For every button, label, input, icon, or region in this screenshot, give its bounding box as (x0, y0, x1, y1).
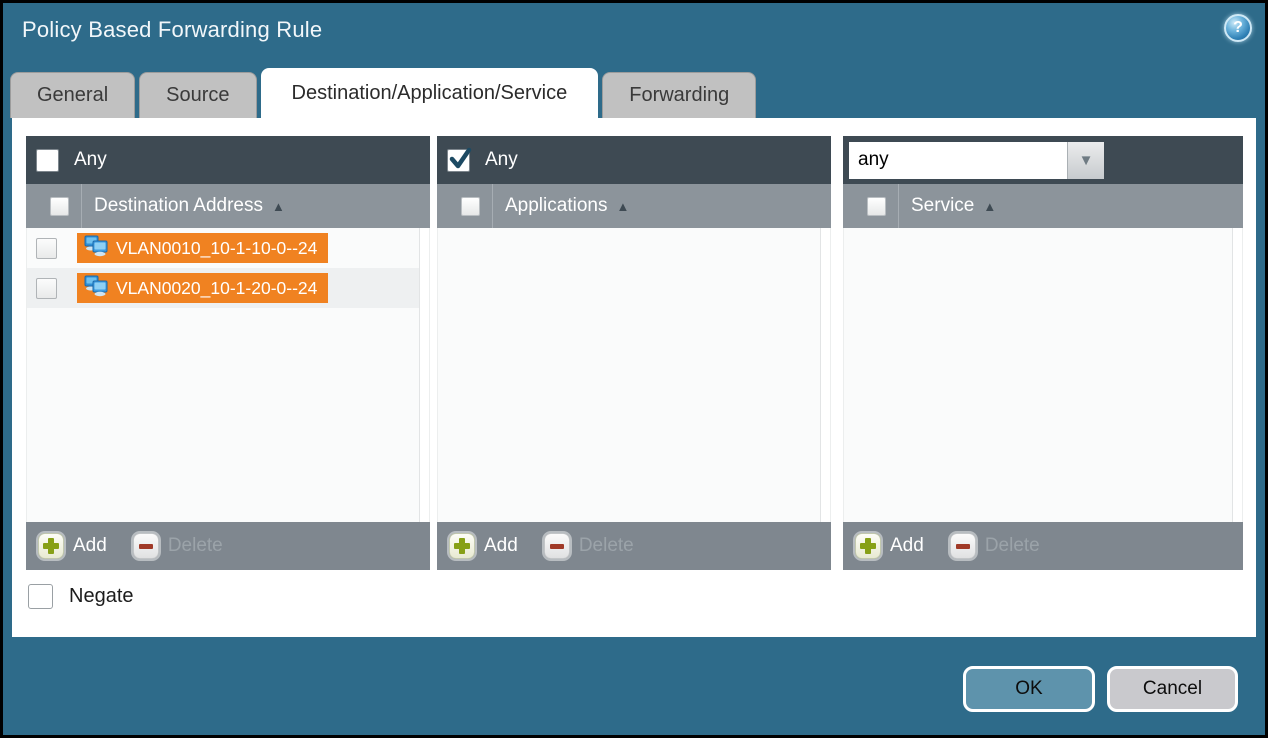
add-plus-icon (855, 533, 881, 559)
scrollbar[interactable] (1232, 228, 1242, 522)
address-object-chip[interactable]: VLAN0020_10-1-20-0--24 (77, 273, 328, 303)
tab-bar: General Source Destination/Application/S… (10, 68, 756, 118)
delete-label: Delete (579, 535, 634, 557)
destination-column-header[interactable]: Destination Address ▲ (26, 184, 430, 228)
policy-forwarding-dialog: Policy Based Forwarding Rule ? General S… (0, 0, 1268, 738)
applications-any-bar: Any (437, 136, 831, 184)
negate-label: Negate (69, 585, 134, 608)
sort-asc-icon[interactable]: ▲ (983, 200, 996, 213)
applications-delete-button[interactable]: Delete (544, 533, 634, 559)
tab-destination-application-service[interactable]: Destination/Application/Service (261, 68, 599, 118)
add-label: Add (484, 535, 518, 557)
destination-any-checkbox[interactable] (36, 149, 59, 172)
applications-add-button[interactable]: Add (449, 533, 518, 559)
delete-minus-icon (544, 533, 570, 559)
applications-selectall-cell (449, 184, 493, 228)
service-header-label: Service (911, 195, 974, 217)
applications-list (437, 228, 831, 522)
sort-asc-icon[interactable]: ▲ (616, 200, 629, 213)
row-checkbox[interactable] (36, 238, 57, 259)
network-computers-icon (83, 275, 109, 302)
add-label: Add (73, 535, 107, 557)
list-item: VLAN0010_10-1-10-0--24 (27, 228, 419, 268)
service-selectall-checkbox[interactable] (867, 197, 886, 216)
delete-label: Delete (168, 535, 223, 557)
service-add-button[interactable]: Add (855, 533, 924, 559)
service-dropdown[interactable]: any ▼ (849, 142, 1104, 179)
applications-selectall-checkbox[interactable] (461, 197, 480, 216)
applications-any-checkbox[interactable] (447, 149, 470, 172)
service-column: any ▼ Service ▲ Add (843, 136, 1243, 570)
destination-any-label: Any (74, 149, 107, 171)
address-object-name: VLAN0020_10-1-20-0--24 (116, 278, 317, 299)
destination-add-button[interactable]: Add (38, 533, 107, 559)
destination-selectall-checkbox[interactable] (50, 197, 69, 216)
service-list (843, 228, 1243, 522)
negate-checkbox[interactable] (28, 584, 53, 609)
service-delete-button[interactable]: Delete (950, 533, 1040, 559)
applications-column: Any Applications ▲ Add Delete (437, 136, 831, 570)
applications-header-label: Applications (505, 195, 607, 217)
destination-any-bar: Any (26, 136, 430, 184)
destination-address-column: Any Destination Address ▲ (26, 136, 430, 570)
destination-list: VLAN0010_10-1-10-0--24 (26, 228, 430, 522)
chevron-down-icon[interactable]: ▼ (1067, 142, 1104, 179)
destination-selectall-cell (38, 184, 82, 228)
dialog-title: Policy Based Forwarding Rule (22, 17, 322, 43)
service-dropdown-value[interactable]: any (849, 142, 1067, 179)
checkmark-icon (446, 146, 474, 174)
row-checkbox[interactable] (36, 278, 57, 299)
help-icon[interactable]: ? (1224, 14, 1252, 42)
address-object-chip[interactable]: VLAN0010_10-1-10-0--24 (77, 233, 328, 263)
tab-forwarding[interactable]: Forwarding (602, 72, 756, 118)
applications-footer: Add Delete (437, 522, 831, 570)
negate-row: Negate (28, 584, 134, 609)
tab-general[interactable]: General (10, 72, 135, 118)
tab-source[interactable]: Source (139, 72, 256, 118)
tab-content-panel: Any Destination Address ▲ (12, 118, 1256, 637)
scrollbar[interactable] (419, 228, 429, 522)
service-dropdown-bar: any ▼ (843, 136, 1243, 184)
add-label: Add (890, 535, 924, 557)
address-object-name: VLAN0010_10-1-10-0--24 (116, 238, 317, 259)
ok-button[interactable]: OK (963, 666, 1095, 712)
service-footer: Add Delete (843, 522, 1243, 570)
sort-asc-icon[interactable]: ▲ (272, 200, 285, 213)
add-plus-icon (38, 533, 64, 559)
destination-header-label: Destination Address (94, 195, 263, 217)
applications-any-label: Any (485, 149, 518, 171)
list-item: VLAN0020_10-1-20-0--24 (27, 268, 419, 308)
delete-minus-icon (950, 533, 976, 559)
network-computers-icon (83, 235, 109, 262)
delete-label: Delete (985, 535, 1040, 557)
cancel-button[interactable]: Cancel (1107, 666, 1238, 712)
delete-minus-icon (133, 533, 159, 559)
destination-footer: Add Delete (26, 522, 430, 570)
service-selectall-cell (855, 184, 899, 228)
applications-column-header[interactable]: Applications ▲ (437, 184, 831, 228)
scrollbar[interactable] (820, 228, 830, 522)
destination-delete-button[interactable]: Delete (133, 533, 223, 559)
service-column-header[interactable]: Service ▲ (843, 184, 1243, 228)
add-plus-icon (449, 533, 475, 559)
